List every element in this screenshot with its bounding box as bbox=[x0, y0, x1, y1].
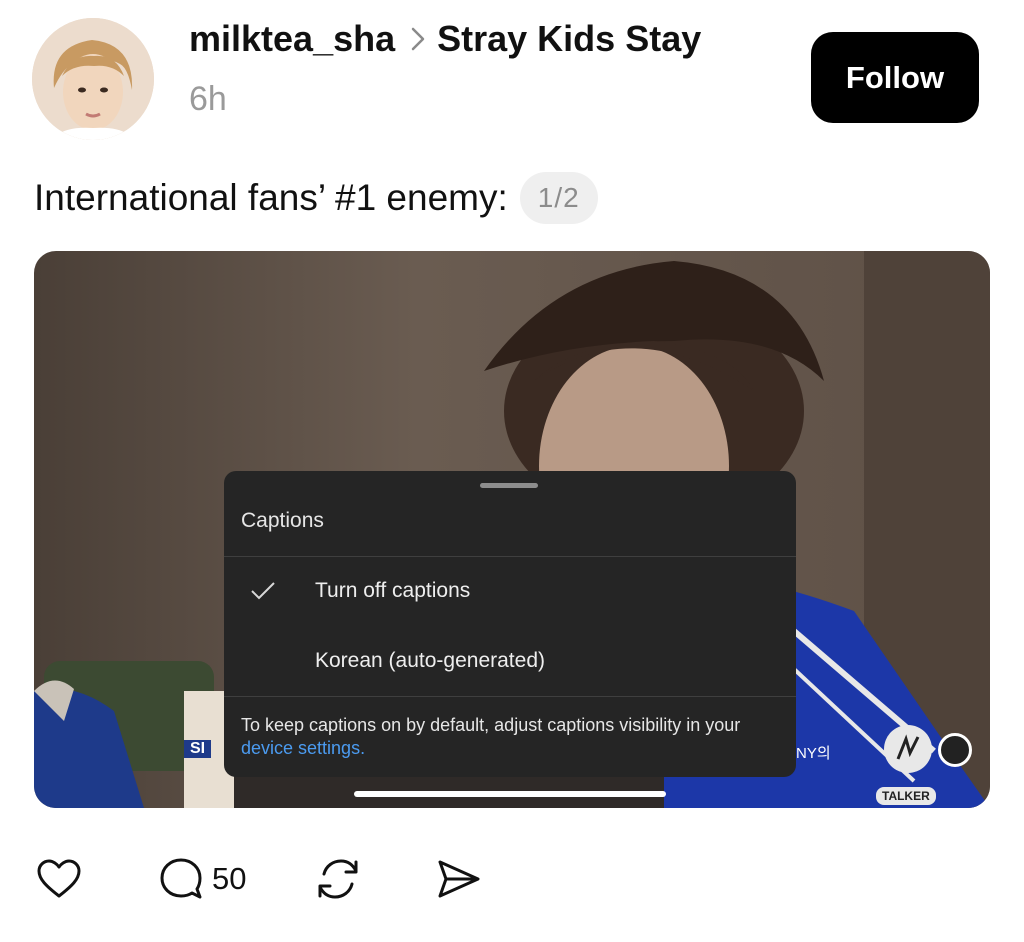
sheet-drag-handle[interactable] bbox=[480, 483, 538, 488]
talker-logo: TALKER bbox=[876, 787, 936, 805]
like-button[interactable] bbox=[36, 858, 82, 900]
sheet-divider bbox=[224, 696, 796, 697]
comment-button[interactable]: 50 bbox=[158, 856, 246, 902]
captions-note-text: To keep captions on by default, adjust c… bbox=[241, 715, 741, 735]
device-settings-link[interactable]: device settings. bbox=[241, 738, 365, 758]
caption-option-label: Korean (auto-generated) bbox=[315, 649, 545, 672]
post-time: 6h bbox=[189, 80, 227, 118]
video-progress-bar[interactable] bbox=[354, 791, 666, 797]
channel-tag: SI bbox=[184, 740, 212, 758]
caption-option-label: Turn off captions bbox=[315, 579, 471, 602]
share-button[interactable] bbox=[434, 856, 482, 902]
captions-title: Captions bbox=[241, 509, 324, 532]
checkmark-icon bbox=[250, 581, 276, 606]
sheet-divider bbox=[224, 556, 796, 557]
record-logo-icon bbox=[938, 733, 972, 767]
post-text: International fans’ #1 enemy: bbox=[34, 177, 508, 218]
post-text-row: International fans’ #1 enemy: 1/2 bbox=[34, 172, 598, 224]
heart-icon bbox=[37, 859, 81, 898]
community-name[interactable]: Stray Kids Stay bbox=[437, 18, 701, 60]
post-actions: 50 bbox=[36, 856, 482, 902]
send-icon bbox=[438, 860, 480, 898]
overlay-caption-text: NY의 bbox=[796, 745, 831, 762]
avatar[interactable] bbox=[32, 18, 154, 140]
comment-icon bbox=[160, 858, 202, 899]
caption-option-korean[interactable]: Korean (auto-generated) bbox=[224, 629, 796, 689]
follow-button[interactable]: Follow bbox=[811, 32, 979, 123]
captions-note: To keep captions on by default, adjust c… bbox=[241, 714, 786, 760]
post-header: milktea_sha Stray Kids Stay bbox=[189, 18, 701, 60]
captions-sheet: Captions Turn off captions Korean (auto-… bbox=[224, 471, 796, 777]
caption-option-off[interactable]: Turn off captions bbox=[224, 559, 796, 619]
comment-count: 50 bbox=[212, 861, 247, 896]
username[interactable]: milktea_sha bbox=[189, 18, 395, 60]
logo-watermark-icon bbox=[884, 725, 932, 773]
video-media[interactable]: SI NY의 TALKER Captions Turn off captions… bbox=[34, 251, 990, 808]
chevron-right-icon bbox=[411, 27, 425, 51]
repost-icon bbox=[318, 859, 358, 899]
page-indicator: 1/2 bbox=[519, 172, 598, 224]
repost-button[interactable] bbox=[314, 856, 362, 902]
